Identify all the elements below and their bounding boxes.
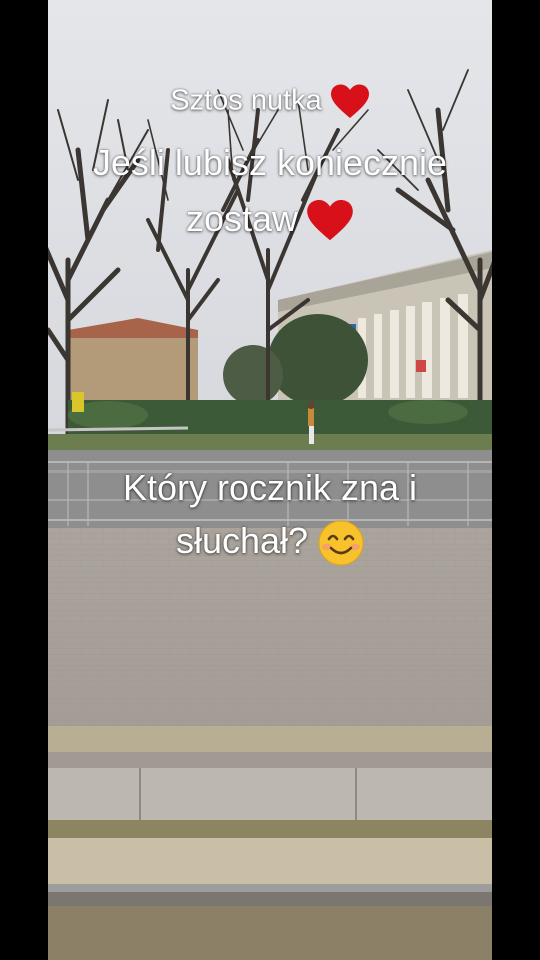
- caption-text: Który rocznik zna i: [122, 467, 418, 508]
- caption-text: zostaw: [185, 198, 299, 239]
- caption-text: Jeśli lubisz koniecznie: [92, 142, 448, 183]
- caption-text: słuchał?: [175, 520, 309, 561]
- overlay-caption-line3: zostaw: [48, 198, 492, 243]
- video-frame: Sztos nutka Jeśli lubisz koniecznie zost…: [48, 0, 492, 960]
- overlay-caption-line5: słuchał?: [48, 520, 492, 566]
- caption-text: Sztos nutka: [170, 84, 322, 117]
- red-heart-icon: [330, 84, 369, 118]
- smiling-face-icon: [318, 520, 364, 566]
- overlay-caption-line1: Sztos nutka: [48, 84, 492, 120]
- overlay-caption-line2: Jeśli lubisz koniecznie: [48, 142, 492, 184]
- overlay-caption-line4: Który rocznik zna i: [48, 467, 492, 509]
- red-heart-icon: [307, 200, 353, 241]
